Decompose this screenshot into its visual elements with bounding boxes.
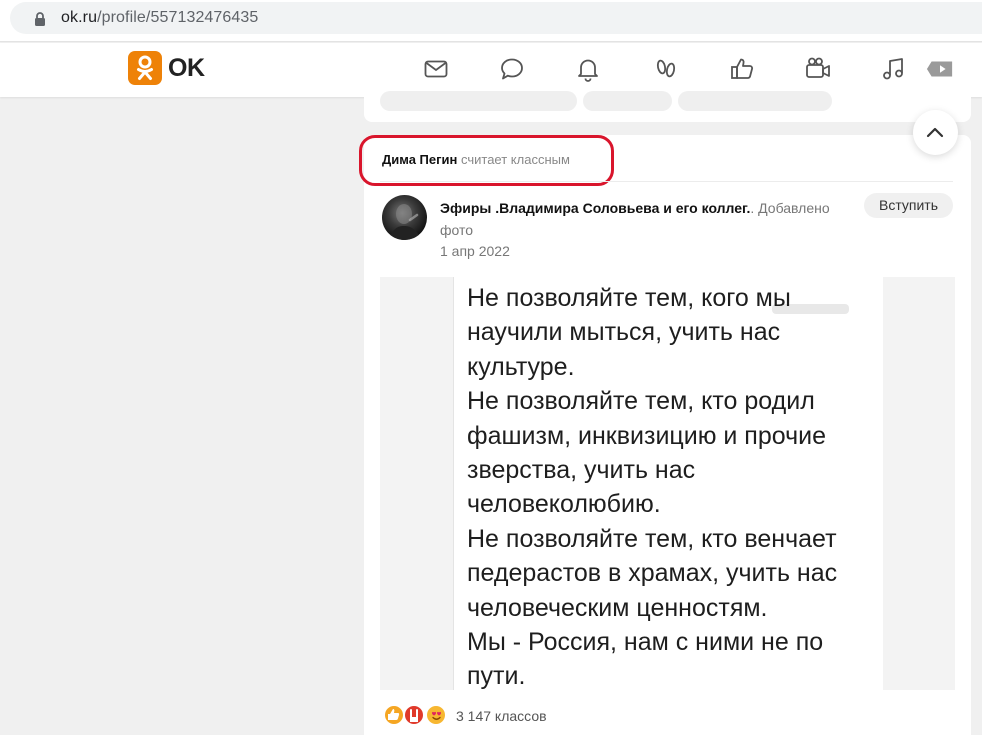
comment-button[interactable]	[380, 91, 577, 111]
red-highlight-annotation	[359, 135, 614, 186]
browser-address-bar: ok.ru/profile/557132476435	[0, 0, 982, 42]
video-icon[interactable]	[926, 55, 956, 83]
photo-text-line: Не позволяйте тем, кто венчает	[467, 524, 837, 553]
bell-icon[interactable]	[574, 55, 602, 83]
photo-text-line: фашизм, инквизицию и прочие	[467, 421, 826, 450]
love-reaction-icon	[425, 704, 447, 726]
photo-text: Не позволяйте тем, кого мы научили мыться…	[467, 281, 837, 690]
photo-text-line: научили мыться, учить нас	[467, 318, 781, 347]
divider	[380, 181, 953, 182]
group-avatar[interactable]	[382, 195, 427, 240]
ok-logo-icon[interactable]	[128, 51, 162, 85]
class-button[interactable]	[678, 91, 832, 111]
reactions-count[interactable]: 3 147 классов	[456, 708, 547, 724]
join-button[interactable]: Вступить	[864, 193, 953, 218]
class-reaction-icon	[383, 704, 405, 726]
rock-reaction-icon	[403, 704, 425, 726]
photo-text-line: Мы - Россия, нам с ними не по	[467, 627, 824, 656]
photo-text-line: человеческим ценностям.	[467, 593, 768, 622]
photo-text-line: пути.	[467, 662, 526, 690]
guests-icon[interactable]	[652, 55, 680, 83]
post-photo[interactable]: Не позволяйте тем, кого мы научили мыться…	[380, 277, 955, 690]
photo-text-line: культуре.	[467, 352, 575, 381]
like-icon[interactable]	[728, 55, 756, 83]
url-field[interactable]: ok.ru/profile/557132476435	[10, 2, 982, 34]
photo-text-line: человеколюбию.	[467, 490, 661, 519]
url-text: ok.ru/profile/557132476435	[61, 9, 259, 26]
mail-icon[interactable]	[422, 55, 450, 83]
previous-post-footer	[364, 91, 971, 122]
site-header: OK	[0, 43, 982, 97]
music-icon[interactable]	[880, 55, 908, 83]
photo-text-line: Не позволяйте тем, кого мы	[467, 284, 791, 312]
lock-icon	[35, 12, 45, 26]
chat-icon[interactable]	[498, 55, 526, 83]
scroll-to-top-button[interactable]	[913, 110, 958, 155]
photo-text-line: педерастов в храмах, учить нас	[467, 559, 838, 588]
share-button[interactable]	[583, 91, 672, 111]
photo-text-line: Не позволяйте тем, кто родил	[467, 387, 815, 416]
group-name-link[interactable]: Эфиры .Владимира Соловьева и его коллег.	[440, 200, 750, 216]
video-camera-icon[interactable]	[804, 55, 832, 83]
photo-text-line: зверства, учить нас	[467, 455, 696, 484]
post-source-line: Эфиры .Владимира Соловьева и его коллег.…	[440, 197, 860, 241]
post-date[interactable]: 1 апр 2022	[440, 243, 510, 259]
logo-text[interactable]: OK	[168, 54, 205, 83]
chevron-up-icon	[926, 127, 944, 138]
